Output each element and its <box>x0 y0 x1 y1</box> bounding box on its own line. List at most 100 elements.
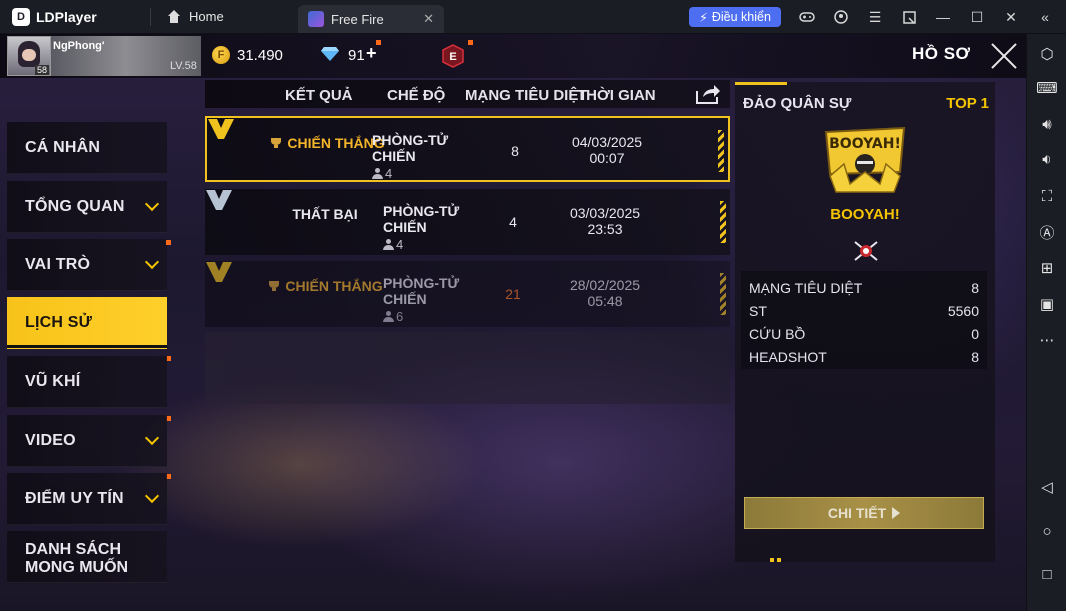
time-cell: 03/03/2025 23:53 <box>545 205 665 237</box>
row-edge-decoration <box>720 201 726 243</box>
maximize-icon[interactable]: ☐ <box>960 0 994 34</box>
match-mode: PHÒNG-TỬ CHIẾN <box>372 132 449 164</box>
table-row[interactable]: CHIẾN THẮNG PHÒNG-TỬ CHIẾN 6 21 28/02/20… <box>205 261 730 327</box>
ldplayer-logo-icon: D <box>12 7 30 26</box>
menu-item-label: DANH SÁCH MONG MUỐN <box>25 541 128 577</box>
match-date: 03/03/2025 <box>569 205 641 221</box>
controls-button[interactable]: ⚡ Điều khiển <box>689 7 781 27</box>
tab-home[interactable]: Home <box>151 3 291 31</box>
home-icon <box>167 10 181 23</box>
apk-install-icon[interactable]: ▣ <box>1035 292 1059 316</box>
stat-value: 8 <box>971 280 979 296</box>
booyah-art-text: BOOYAH! <box>829 136 901 152</box>
close-profile-icon[interactable] <box>990 42 1018 70</box>
gamepad-icon[interactable] <box>790 0 824 34</box>
header-result: KẾT QUẢ <box>285 87 353 104</box>
close-window-icon[interactable]: ✕ <box>994 0 1028 34</box>
match-stats: MẠNG TIÊU DIỆT 8 ST 5560 CỨU BỒ 0 HEADSH… <box>741 271 987 369</box>
volume-down-icon[interactable]: 🔉︎ <box>1035 147 1059 171</box>
tab-free-fire-label: Free Fire <box>331 11 384 27</box>
minimize-icon[interactable]: — <box>926 0 960 34</box>
menu-item-lich-su[interactable]: LỊCH SỬ <box>7 297 167 349</box>
menu-item-ca-nhan[interactable]: CÁ NHÂN <box>7 122 167 174</box>
notification-dot <box>376 40 381 45</box>
share-icon[interactable] <box>695 83 721 105</box>
page-title: HỒ SƠ <box>912 44 971 63</box>
svg-text:E: E <box>449 51 456 63</box>
account-icon[interactable] <box>824 0 858 34</box>
auto-icon[interactable]: Ⓐ <box>1035 220 1059 244</box>
mode-cell: PHÒNG-TỬ CHIẾN 6 <box>383 275 503 324</box>
header-kills: MẠNG TIÊU DIỆT <box>465 87 588 104</box>
keyboard-icon[interactable]: ⌨ <box>1035 76 1059 100</box>
more-options-icon[interactable]: ⋯ <box>1035 328 1059 352</box>
home-circle-icon[interactable]: ○ <box>1035 519 1059 543</box>
player-count: 4 <box>385 166 393 181</box>
details-button-label: CHI TIẾT <box>827 505 887 521</box>
window-controls: ☰ — ☐ ✕ « <box>790 0 1062 34</box>
recent-apps-icon[interactable]: □ <box>1035 562 1059 586</box>
stat-label: MẠNG TIÊU DIỆT <box>749 280 863 296</box>
menu-icon[interactable]: ☰ <box>858 0 892 34</box>
add-diamonds-button[interactable]: + <box>366 43 377 64</box>
match-date: 28/02/2025 <box>569 277 641 293</box>
table-row[interactable]: CHIẾN THẮNG PHÒNG-TỬ CHIẾN 4 8 04/03/202… <box>205 116 730 182</box>
back-icon[interactable]: ◁ <box>1035 475 1059 499</box>
menu-item-danh-sach-mong-muon[interactable]: DANH SÁCH MONG MUỐN <box>7 531 167 583</box>
volume-up-icon[interactable]: 🔊︎ <box>1035 112 1059 136</box>
menu-item-label: ĐIỂM UY TÍN <box>25 490 124 507</box>
match-clock: 05:48 <box>587 293 623 309</box>
notification-dot <box>166 240 171 245</box>
trophy-icon <box>269 281 280 291</box>
menu-item-label-line2: MONG MUỐN <box>25 559 129 576</box>
lightning-icon: ⚡ <box>699 10 708 25</box>
avatar-face <box>22 49 36 61</box>
close-tab-icon[interactable]: ✕ <box>423 11 434 27</box>
row-edge-decoration <box>720 273 726 315</box>
elite-pass-icon[interactable]: E <box>442 44 464 68</box>
details-button[interactable]: CHI TIẾT <box>744 497 984 529</box>
match-kills: 4 <box>509 214 517 230</box>
booyah-label: BOOYAH! <box>830 206 900 223</box>
match-date: 04/03/2025 <box>571 134 643 150</box>
settings-hex-icon[interactable]: ⬡ <box>1035 42 1059 66</box>
empty-row-placeholder <box>205 332 730 404</box>
menu-item-diem-uy-tin[interactable]: ĐIỂM UY TÍN <box>7 473 167 525</box>
menu-item-video[interactable]: VIDEO <box>7 415 167 467</box>
kill-badge-icon <box>854 241 878 261</box>
menu-item-vai-tro[interactable]: VAI TRÒ <box>7 239 167 291</box>
chevron-down-icon <box>144 254 160 270</box>
add-app-icon[interactable]: ⊞ <box>1035 256 1059 280</box>
match-clock: 00:07 <box>589 150 625 166</box>
match-detail-panel: ĐẢO QUÂN SỰ TOP 1 BOOYAH! BOOYAH! MẠNG T… <box>735 82 995 562</box>
menu-item-label: LỊCH SỬ <box>25 314 93 331</box>
stat-label: ST <box>749 303 767 319</box>
menu-item-label: CÁ NHÂN <box>25 139 101 156</box>
match-kills: 8 <box>511 143 519 159</box>
mode-cell: PHÒNG-TỬ CHIẾN 4 <box>383 203 503 252</box>
stat-label: HEADSHOT <box>749 349 827 365</box>
rank-placement: TOP 1 <box>946 95 989 112</box>
collapse-sidebar-icon[interactable]: « <box>1028 0 1062 34</box>
tab-free-fire[interactable]: Free Fire ✕ <box>298 5 444 33</box>
time-cell: 28/02/2025 05:48 <box>545 277 665 309</box>
chevron-down-icon <box>144 488 160 504</box>
menu-item-vu-khi[interactable]: VŨ KHÍ <box>7 356 167 408</box>
gold-amount: 31.490 <box>237 47 283 64</box>
player-level: LV.58 <box>170 60 197 72</box>
match-kills: 21 <box>505 286 521 302</box>
popout-icon[interactable] <box>892 0 926 34</box>
row-edge-decoration <box>718 130 724 172</box>
diamond-icon <box>321 47 339 61</box>
player-count-icon <box>383 311 394 322</box>
match-clock: 23:53 <box>587 221 623 237</box>
booyah-trophy-icon: BOOYAH! <box>824 126 906 193</box>
controls-button-label: Điều khiển <box>711 10 771 24</box>
screenshot-icon[interactable]: ⛶ <box>1035 184 1059 208</box>
avatar[interactable]: 58 <box>7 36 51 76</box>
player-name: NgPhong' <box>53 40 105 52</box>
table-row[interactable]: THẤT BẠI PHÒNG-TỬ CHIẾN 4 4 03/03/2025 2… <box>205 189 730 255</box>
menu-item-tong-quan[interactable]: TỔNG QUAN <box>7 181 167 233</box>
chevron-down-icon <box>144 430 160 446</box>
rank-badge-icon <box>208 119 234 139</box>
